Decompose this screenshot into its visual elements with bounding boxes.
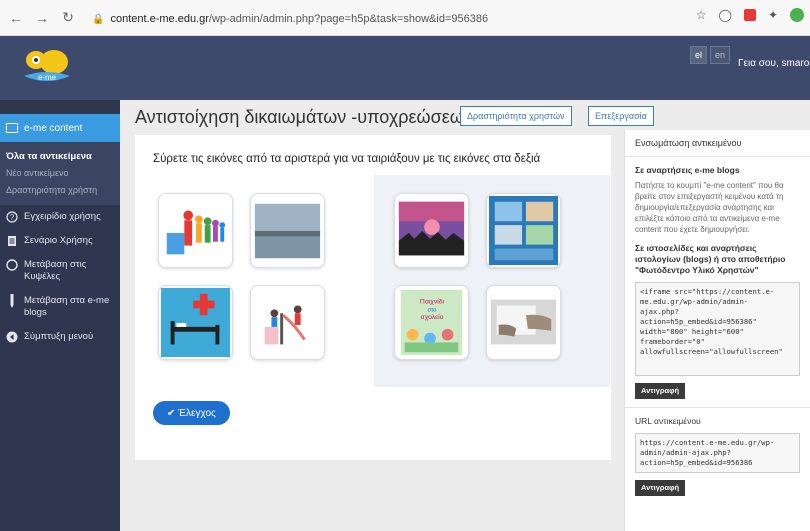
embed-url-section: URL αντικειμένου https://content.e-me.ed… xyxy=(625,407,810,496)
sidebar-subitem-activity[interactable]: Δραστηριότητα χρήστη xyxy=(0,182,120,199)
iframe-code-box[interactable]: <iframe src="https://content.e- me.edu.g… xyxy=(635,282,800,376)
sidebar-header-label: e-me content xyxy=(24,122,83,134)
check-button[interactable]: ✔ Έλεγχος xyxy=(153,401,230,425)
sidebar-item-hives[interactable]: Μετάβαση στις Κυψέλες xyxy=(0,253,120,289)
lang-en-button[interactable]: en xyxy=(710,46,731,64)
content-icon xyxy=(6,123,18,133)
svg-text:e-me: e-me xyxy=(38,73,57,82)
sidebar-item-e-me-content[interactable]: e-me content xyxy=(0,114,120,142)
url-code-box[interactable]: https://content.e-me.edu.gr/wp- admin/ad… xyxy=(635,433,800,473)
draggable-image-sea[interactable] xyxy=(250,193,325,268)
document-icon xyxy=(6,235,18,247)
sidebar-item-label: Μετάβαση στα e-me blogs xyxy=(24,295,110,318)
star-icon[interactable]: ☆ xyxy=(696,8,707,22)
sidebar-subitem-all[interactable]: Όλα τα αντικείμενα xyxy=(0,148,120,165)
people-figures-image xyxy=(159,194,232,267)
profile-avatar[interactable] xyxy=(790,8,804,22)
embed-blogs-section: Σε αναρτήσεις e-me blogs Πατήστε το κουμ… xyxy=(625,157,810,235)
sidebar-item-label: Σενάριο Χρήσης xyxy=(24,235,93,246)
embed-panel: Ενσωμάτωση αντικειμένου Σε αναρτήσεις e-… xyxy=(624,130,810,531)
draggable-image-hospital[interactable] xyxy=(158,285,233,360)
blogs-description: Πατήστε το κουμπί "e-me content" που θα … xyxy=(635,181,784,234)
draggable-image-people[interactable] xyxy=(158,193,233,268)
page-title: Αντιστοίχηση δικαιωμάτων -υποχρεώσεων xyxy=(135,107,473,127)
sidebar-item-label: Σύμπτυξη μενού xyxy=(24,331,94,342)
copy-iframe-button[interactable]: Αντιγραφή xyxy=(635,383,686,399)
sidebar-item-scenario[interactable]: Σενάριο Χρήσης xyxy=(0,229,120,253)
embed-sites-section: Σε ιστοσελίδες και αναρτήσεις ιστολογίων… xyxy=(625,235,810,399)
user-greeting[interactable]: Γεια σου, smarou xyxy=(738,58,810,69)
sidebar-item-manual[interactable]: ? Εγχειρίδιο χρήσης xyxy=(0,205,120,229)
sidebar-item-label: Εγχειρίδιο χρήσης xyxy=(24,211,101,222)
url-path: /wp-admin/admin.php?page=h5p&task=show&i… xyxy=(208,13,489,25)
draggable-image-playground[interactable] xyxy=(250,285,325,360)
reload-icon[interactable]: ↻ xyxy=(58,8,78,28)
url-host: content.e-me.edu.gr xyxy=(110,13,209,25)
hospital-bed-image xyxy=(160,287,231,358)
target-image-hands[interactable] xyxy=(486,285,561,360)
sidebar-subitem-new[interactable]: Νέο αντικείμενο xyxy=(0,165,120,182)
h5p-content-panel: Σύρετε τις εικόνες από τα αριστερά για ν… xyxy=(135,135,611,460)
forward-icon[interactable]: → xyxy=(32,8,52,28)
collage-image xyxy=(488,195,559,266)
task-instruction: Σύρετε τις εικόνες από τα αριστερά για ν… xyxy=(153,153,541,165)
e-me-logo-icon[interactable]: e-me xyxy=(18,46,76,88)
book-word-2: στο xyxy=(427,307,436,313)
sea-horizon-image xyxy=(251,194,324,267)
book-word-1: Παιχνίδι xyxy=(420,298,445,306)
browser-toolbar: ← → ↻ 🔒 content.e-me.edu.gr /wp-admin/ad… xyxy=(0,0,810,36)
book-word-3: σχολείο xyxy=(421,313,444,321)
sidebar-item-label: Μετάβαση στις Κυψέλες xyxy=(24,259,87,282)
sidebar-item-blogs[interactable]: Μετάβαση στα e-me blogs xyxy=(0,289,120,325)
draggable-zone xyxy=(140,175,368,387)
puzzle-icon[interactable]: ✦ xyxy=(768,8,778,22)
back-icon[interactable]: ← xyxy=(6,8,26,28)
url-heading: URL αντικειμένου xyxy=(635,416,701,426)
hands-writing-image xyxy=(487,286,560,359)
admin-sidebar: e-me content Όλα τα αντικείμενα Νέο αντι… xyxy=(0,100,120,531)
user-activity-button[interactable]: Δραστηριότητα χρηστών xyxy=(460,106,572,126)
embed-panel-title: Ενσωμάτωση αντικειμένου xyxy=(625,130,810,157)
collapse-icon xyxy=(6,331,18,343)
sidebar-item-collapse[interactable]: Σύμπτυξη μενού xyxy=(0,325,120,349)
extension-circle-icon[interactable]: ◯ xyxy=(719,8,732,22)
help-icon: ? xyxy=(6,211,18,223)
lang-el-button[interactable]: el xyxy=(690,46,708,64)
pen-icon xyxy=(6,294,18,308)
sites-heading: Σε ιστοσελίδες και αναρτήσεις ιστολογίων… xyxy=(635,243,786,275)
hive-icon xyxy=(6,259,18,271)
lock-icon: 🔒 xyxy=(92,13,105,25)
blogs-heading: Σε αναρτήσεις e-me blogs xyxy=(635,165,740,175)
svg-text:?: ? xyxy=(10,213,15,222)
children-book-image: Παιχνίδι στο σχολείο xyxy=(395,286,468,359)
copy-url-button[interactable]: Αντιγραφή xyxy=(635,480,686,496)
extension-red-icon[interactable] xyxy=(743,9,756,21)
sidebar-submenu: Όλα τα αντικείμενα Νέο αντικείμενο Δραστ… xyxy=(0,142,120,205)
address-bar[interactable]: 🔒 content.e-me.edu.gr /wp-admin/admin.ph… xyxy=(92,9,488,29)
playground-image xyxy=(251,286,324,359)
app-header: e-me el en xyxy=(0,36,810,100)
sunset-crowd-image xyxy=(395,194,468,267)
drop-zone: Παιχνίδι στο σχολείο xyxy=(374,175,610,387)
target-image-collage[interactable] xyxy=(486,193,561,268)
edit-button[interactable]: Επεξεργασία xyxy=(588,106,654,126)
target-image-book[interactable]: Παιχνίδι στο σχολείο xyxy=(394,285,469,360)
target-image-sunset[interactable] xyxy=(394,193,469,268)
